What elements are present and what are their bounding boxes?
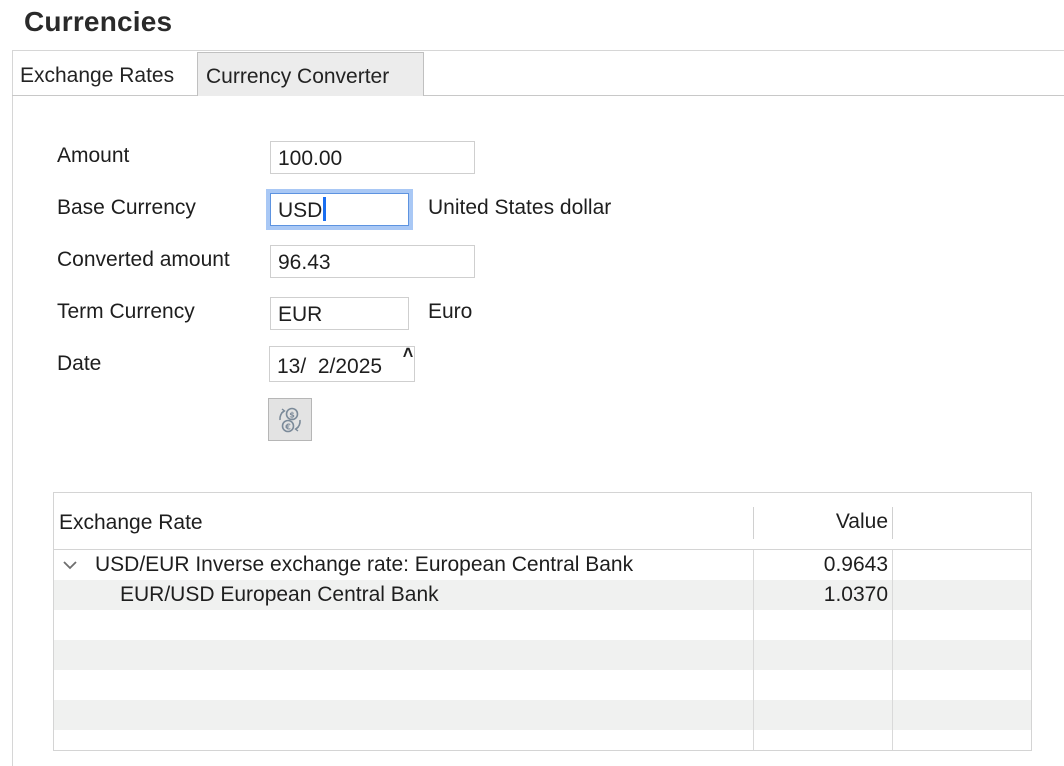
page-title: Currencies	[24, 6, 173, 37]
column-separator[interactable]	[753, 507, 754, 539]
svg-text:$: $	[289, 410, 295, 419]
base-currency-name: United States dollar	[428, 196, 612, 219]
term-currency-label: Term Currency	[57, 300, 195, 323]
base-currency-label: Base Currency	[57, 196, 196, 219]
tab-exchange-rates[interactable]: Exchange Rates	[12, 52, 196, 96]
convert-button[interactable]: $ €	[268, 398, 312, 441]
date-field[interactable]: 13/ 2/2025	[269, 346, 415, 382]
column-header-value[interactable]: Value	[836, 510, 888, 534]
row-label: EUR/USD European Central Bank	[120, 583, 439, 606]
base-currency-field[interactable]: USD	[266, 189, 413, 230]
column-divider	[753, 550, 754, 750]
date-stepper-up-icon[interactable]: ˄	[398, 340, 418, 372]
text-caret	[323, 197, 327, 221]
svg-text:€: €	[284, 422, 291, 431]
term-currency-name: Euro	[428, 300, 473, 323]
amount-field[interactable]: 100.00	[270, 141, 475, 174]
row-value: 0.9643	[823, 553, 888, 576]
table-row[interactable]: EUR/USD European Central Bank 1.0370	[54, 580, 1031, 610]
empty-row	[54, 640, 1031, 670]
row-label: USD/EUR Inverse exchange rate: European …	[95, 553, 634, 576]
chevron-down-icon[interactable]	[61, 550, 79, 580]
term-currency-field[interactable]: EUR	[270, 297, 409, 330]
tab-currency-converter[interactable]: Currency Converter	[197, 52, 424, 96]
empty-row	[54, 670, 1031, 700]
empty-row	[54, 610, 1031, 640]
table-header: Exchange Rate Value	[54, 493, 1031, 550]
amount-label: Amount	[57, 144, 130, 167]
row-value: 1.0370	[823, 583, 888, 606]
column-divider	[892, 550, 893, 750]
currency-exchange-icon: $ €	[279, 407, 301, 432]
table-row[interactable]: USD/EUR Inverse exchange rate: European …	[54, 550, 1031, 580]
converted-amount-field[interactable]: 96.43	[270, 245, 475, 278]
empty-row	[54, 700, 1031, 730]
column-separator[interactable]	[892, 507, 893, 539]
empty-row	[54, 730, 1031, 750]
date-label: Date	[57, 352, 102, 375]
converted-amount-label: Converted amount	[57, 248, 230, 271]
exchange-rate-table: Exchange Rate Value USD/EUR Inverse exch…	[53, 492, 1032, 751]
column-header-exchange-rate[interactable]: Exchange Rate	[59, 511, 203, 535]
base-currency-value: USD	[278, 199, 323, 222]
